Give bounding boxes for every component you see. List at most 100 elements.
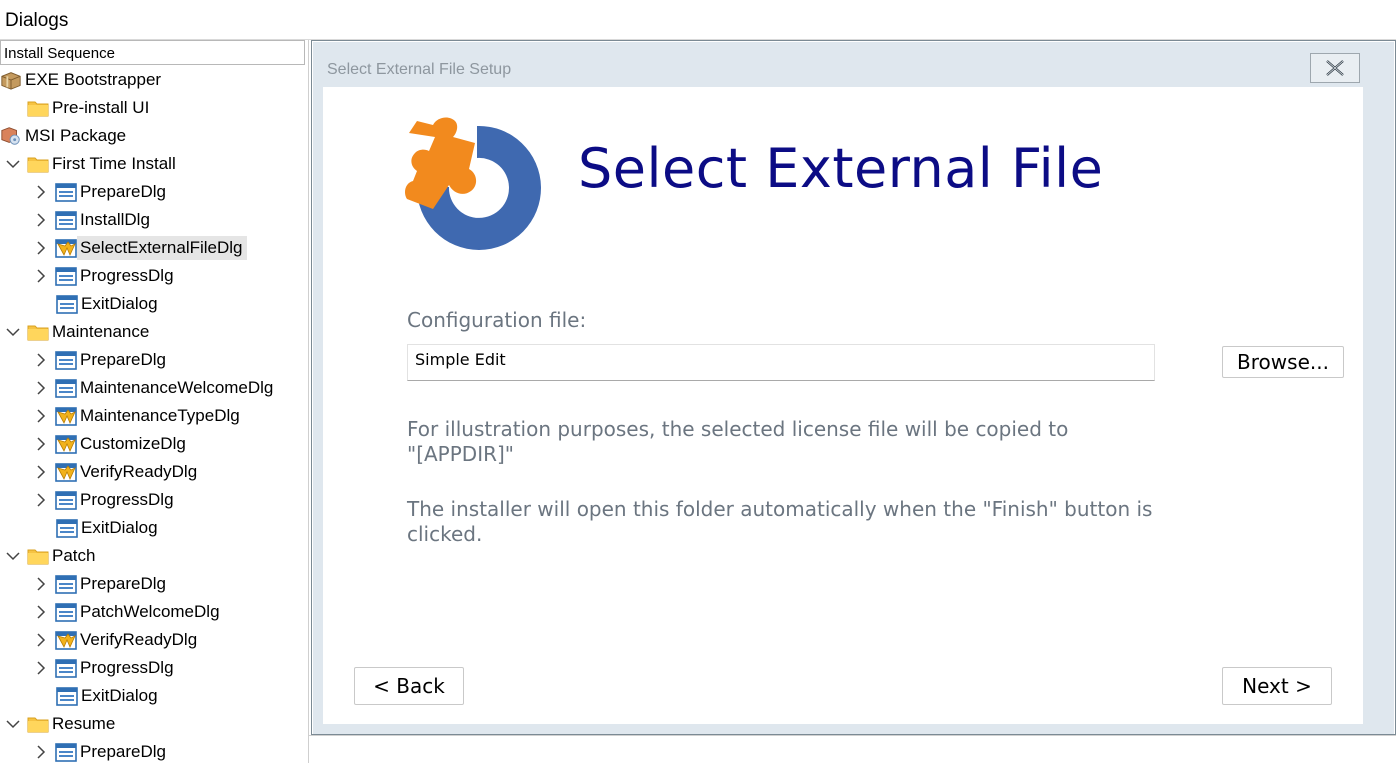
chevron-right-icon[interactable] [34, 437, 48, 451]
tree-item-label: InstallDlg [80, 210, 150, 229]
tree-item[interactable]: ExitDialog [56, 292, 162, 316]
dialog-icon [55, 602, 77, 622]
tree-item[interactable]: ProgressDlg [34, 488, 178, 512]
chevron-right-icon[interactable] [34, 745, 48, 759]
tree-item[interactable]: PatchWelcomeDlg [34, 600, 224, 624]
tree-item-label: CustomizeDlg [80, 434, 186, 453]
tree-item-label: PrepareDlg [80, 574, 166, 593]
tree-item-label: VerifyReadyDlg [80, 462, 198, 481]
chevron-right-icon[interactable] [34, 213, 48, 227]
chevron-right-icon[interactable] [34, 381, 48, 395]
tree-item[interactable]: MSI Package [0, 124, 130, 148]
dialog-heading: Select External File [578, 137, 1104, 200]
tree-item[interactable]: First Time Install [6, 152, 180, 176]
illustration-note-line1: For illustration purposes, the selected … [407, 417, 1069, 441]
chevron-right-icon[interactable] [34, 241, 48, 255]
dialog-icon [56, 686, 78, 706]
chevron-right-icon[interactable] [34, 605, 48, 619]
folder-icon [27, 714, 49, 734]
folder-icon [27, 322, 49, 342]
tree-item-label: MSI Package [25, 126, 127, 145]
dialog-icon [55, 574, 77, 594]
dialog-icon [56, 294, 78, 314]
tree-item-label: PatchWelcomeDlg [80, 602, 220, 621]
dialog-icon [55, 378, 77, 398]
tree-item-label: VerifyReadyDlg [80, 630, 198, 649]
tree-item[interactable]: ProgressDlg [34, 264, 178, 288]
tree-item-label: ExitDialog [81, 686, 158, 705]
tree-item-label: Pre-install UI [52, 98, 150, 117]
tree-item[interactable]: VerifyReadyDlg [34, 628, 201, 652]
folder-icon [27, 98, 49, 118]
tree-item-label: SelectExternalFileDlg [77, 236, 247, 260]
chevron-down-icon[interactable] [6, 719, 20, 729]
chevron-down-icon[interactable] [6, 551, 20, 561]
tree-item[interactable]: PrepareDlg [34, 572, 170, 596]
tree-item[interactable]: MaintenanceWelcomeDlg [34, 376, 277, 400]
chevron-right-icon[interactable] [34, 661, 48, 675]
tree-item[interactable]: CustomizeDlg [34, 432, 190, 456]
tree-item[interactable]: ExitDialog [56, 684, 162, 708]
chevron-down-icon[interactable] [6, 327, 20, 337]
back-button[interactable]: < Back [354, 667, 464, 705]
tree-item-label: Resume [52, 714, 116, 733]
chevron-right-icon[interactable] [34, 465, 48, 479]
tree-item-label: Maintenance [52, 322, 150, 341]
tree-item[interactable]: ProgressDlg [34, 656, 178, 680]
tree-item[interactable]: InstallDlg [34, 208, 154, 232]
dialog-icon [55, 266, 77, 286]
chevron-right-icon[interactable] [34, 269, 48, 283]
tree-item[interactable]: PrepareDlg [34, 740, 170, 763]
finish-note: The installer will open this folder auto… [407, 497, 1187, 547]
next-button[interactable]: Next > [1222, 667, 1332, 705]
tree-item-label: PrepareDlg [80, 742, 166, 761]
dialog-icon [55, 742, 77, 762]
chevron-right-icon[interactable] [34, 409, 48, 423]
divider [309, 735, 1396, 736]
tree-item-label: ProgressDlg [80, 490, 174, 509]
dialog-icon [55, 490, 77, 510]
custom-dialog-icon [55, 238, 77, 258]
tree-item[interactable]: SelectExternalFileDlg [34, 236, 247, 260]
sequence-dropdown[interactable]: Install Sequence [0, 40, 305, 65]
dialog-icon [55, 350, 77, 370]
tree-item-label: First Time Install [52, 154, 176, 173]
tree-item[interactable]: Patch [6, 544, 99, 568]
tree-item-label: PrepareDlg [80, 350, 166, 369]
window-title: Dialogs [5, 10, 69, 31]
chevron-down-icon[interactable] [6, 159, 20, 169]
tree-item[interactable]: MaintenanceTypeDlg [34, 404, 244, 428]
tree-item-label: MaintenanceWelcomeDlg [80, 378, 274, 397]
tree-item[interactable]: PrepareDlg [34, 180, 170, 204]
tree-item[interactable]: VerifyReadyDlg [34, 460, 201, 484]
window-title-bar: Dialogs [0, 0, 1396, 40]
dialogs-tree-panel: Install Sequence EXE Bootstrapper Pre-ins… [0, 40, 309, 763]
chevron-right-icon[interactable] [34, 353, 48, 367]
custom-dialog-icon [55, 406, 77, 426]
tree-item-label: ExitDialog [81, 518, 158, 537]
tree-item-label: Patch [52, 546, 96, 565]
folder-icon [27, 546, 49, 566]
dialog-preview-area: Select External File Setup Select Extern… [311, 40, 1396, 735]
browse-button[interactable]: Browse... [1222, 346, 1344, 378]
tree-item[interactable]: Resume [6, 712, 119, 736]
illustration-note-line2: "[APPDIR]" [407, 442, 515, 466]
chevron-right-icon[interactable] [34, 185, 48, 199]
tree-item[interactable]: ExitDialog [56, 516, 162, 540]
close-button[interactable] [1310, 53, 1360, 83]
chevron-right-icon[interactable] [34, 577, 48, 591]
tree-item-label: ProgressDlg [80, 266, 174, 285]
dialog-window: Select External File Setup Select Extern… [313, 42, 1394, 734]
dialog-caption: Select External File Setup [327, 61, 512, 78]
tree-item[interactable]: EXE Bootstrapper [0, 68, 165, 92]
chevron-right-icon[interactable] [34, 493, 48, 507]
dialog-icon [56, 518, 78, 538]
chevron-right-icon[interactable] [34, 633, 48, 647]
tree-item[interactable]: Maintenance [6, 320, 153, 344]
tree-item-label: EXE Bootstrapper [25, 70, 162, 89]
tree-item[interactable]: Pre-install UI [27, 96, 153, 120]
config-file-input[interactable]: Simple Edit [407, 344, 1155, 381]
dialog-icon [55, 658, 77, 678]
tree-item[interactable]: PrepareDlg [34, 348, 170, 372]
dialog-icon [55, 210, 77, 230]
